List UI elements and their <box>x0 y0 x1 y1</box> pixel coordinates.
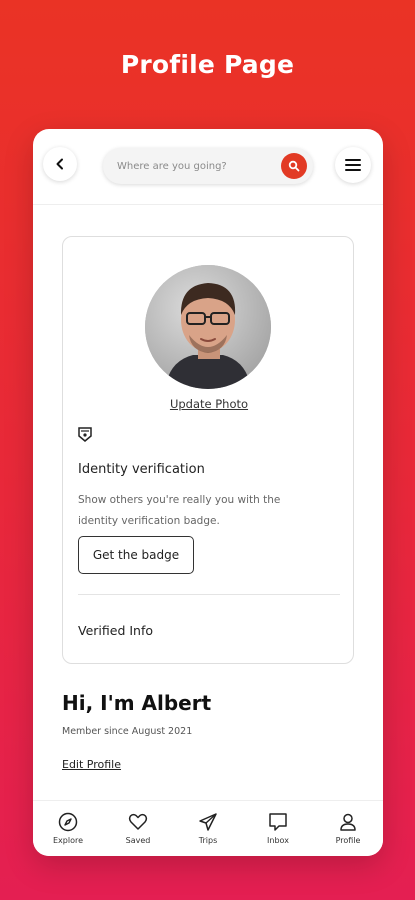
nav-item-profile[interactable]: Profile <box>316 812 380 845</box>
greeting-heading: Hi, I'm Albert <box>62 691 212 715</box>
nav-item-inbox[interactable]: Inbox <box>246 812 310 845</box>
hamburger-menu-icon <box>345 159 361 171</box>
divider <box>78 594 340 595</box>
search-input[interactable] <box>117 160 277 172</box>
top-bar <box>33 129 383 205</box>
compass-icon <box>58 812 78 832</box>
message-icon <box>269 813 287 831</box>
nav-label: Saved <box>125 836 151 845</box>
identity-verification-title: Identity verification <box>78 462 205 477</box>
nav-label: Inbox <box>267 836 289 845</box>
nav-label: Explore <box>52 836 84 845</box>
search-button[interactable] <box>281 153 307 179</box>
identity-verification-description: Show others you're really you with the i… <box>78 494 281 527</box>
shield-badge-icon <box>78 427 92 446</box>
profile-card: Update Photo Identity verification Show … <box>62 236 354 664</box>
promo-title: Profile Page <box>120 50 295 79</box>
nav-item-saved[interactable]: Saved <box>106 812 170 845</box>
verified-info-heading: Verified Info <box>78 623 154 638</box>
avatar[interactable] <box>145 265 271 389</box>
bottom-nav: Explore Saved Trips Inbox Profile <box>33 800 383 856</box>
search-bar[interactable] <box>103 148 313 184</box>
search-icon <box>288 160 300 172</box>
user-icon <box>340 813 356 831</box>
heart-icon <box>128 813 148 830</box>
paper-plane-icon <box>199 813 217 831</box>
get-badge-button[interactable]: Get the badge <box>78 536 194 574</box>
menu-button[interactable] <box>335 147 371 183</box>
nav-label: Profile <box>335 836 361 845</box>
member-since-text: Member since August 2021 <box>62 726 193 737</box>
update-photo-link[interactable]: Update Photo <box>63 397 355 411</box>
edit-profile-link[interactable]: Edit Profile <box>62 758 121 771</box>
back-button[interactable] <box>43 147 77 181</box>
nav-label: Trips <box>198 836 218 845</box>
chevron-left-icon <box>56 158 63 170</box>
nav-item-trips[interactable]: Trips <box>176 812 240 845</box>
phone-screen: Update Photo Identity verification Show … <box>33 129 383 856</box>
nav-item-explore[interactable]: Explore <box>36 812 100 845</box>
